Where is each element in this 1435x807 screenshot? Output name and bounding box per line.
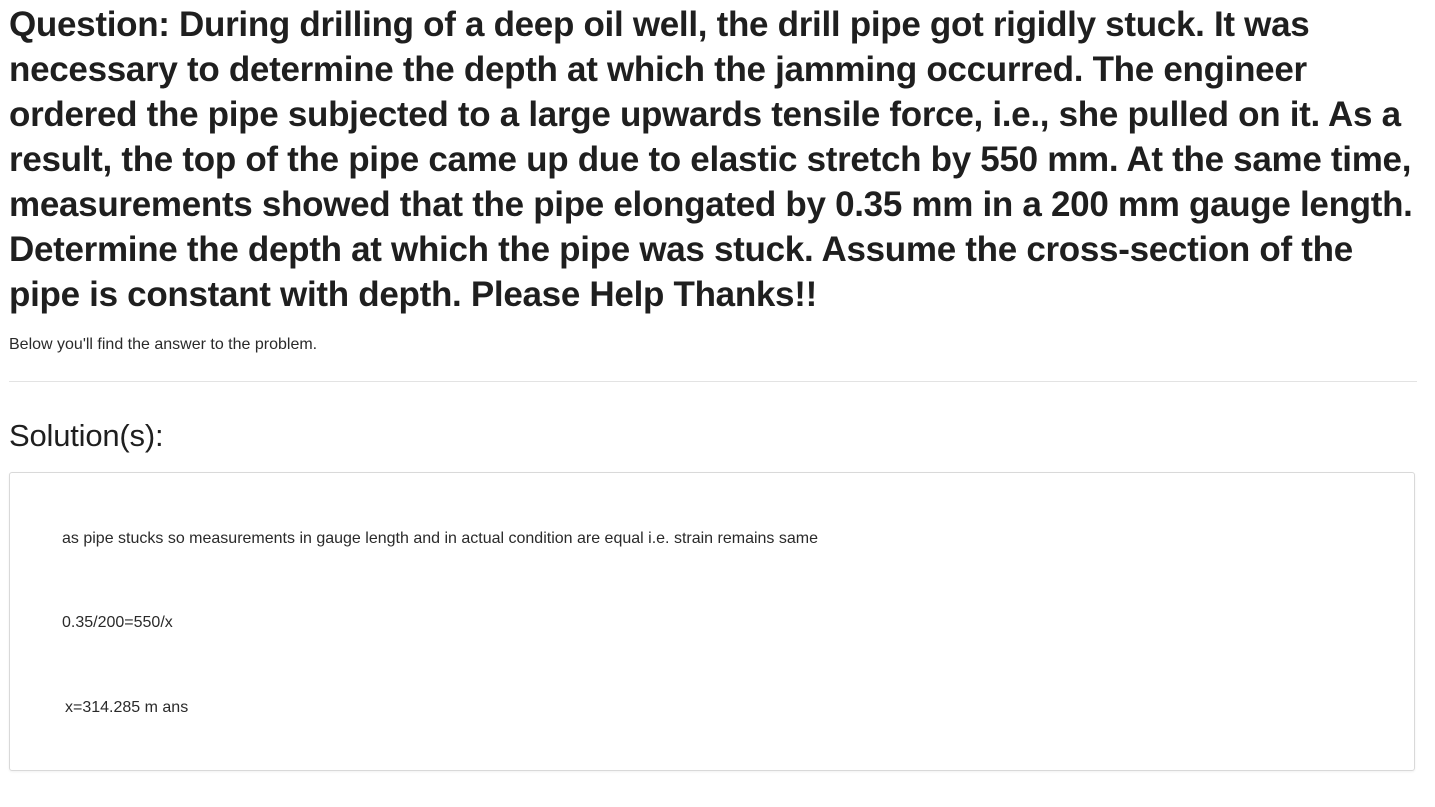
solution-line-answer: x=314.285 m ans xyxy=(65,699,189,716)
section-divider xyxy=(9,381,1417,382)
solution-line-equation: 0.35/200=550/x xyxy=(62,614,173,631)
solution-heading: Solution(s): xyxy=(9,418,164,453)
answer-intro-text: Below you'll find the answer to the prob… xyxy=(9,336,318,353)
solution-line-explanation: as pipe stucks so measurements in gauge … xyxy=(62,530,818,547)
question-text: Question: During drilling of a deep oil … xyxy=(9,5,1413,314)
solution-box: as pipe stucks so measurements in gauge … xyxy=(9,472,1415,771)
page-content: Question: During drilling of a deep oil … xyxy=(9,0,1417,771)
